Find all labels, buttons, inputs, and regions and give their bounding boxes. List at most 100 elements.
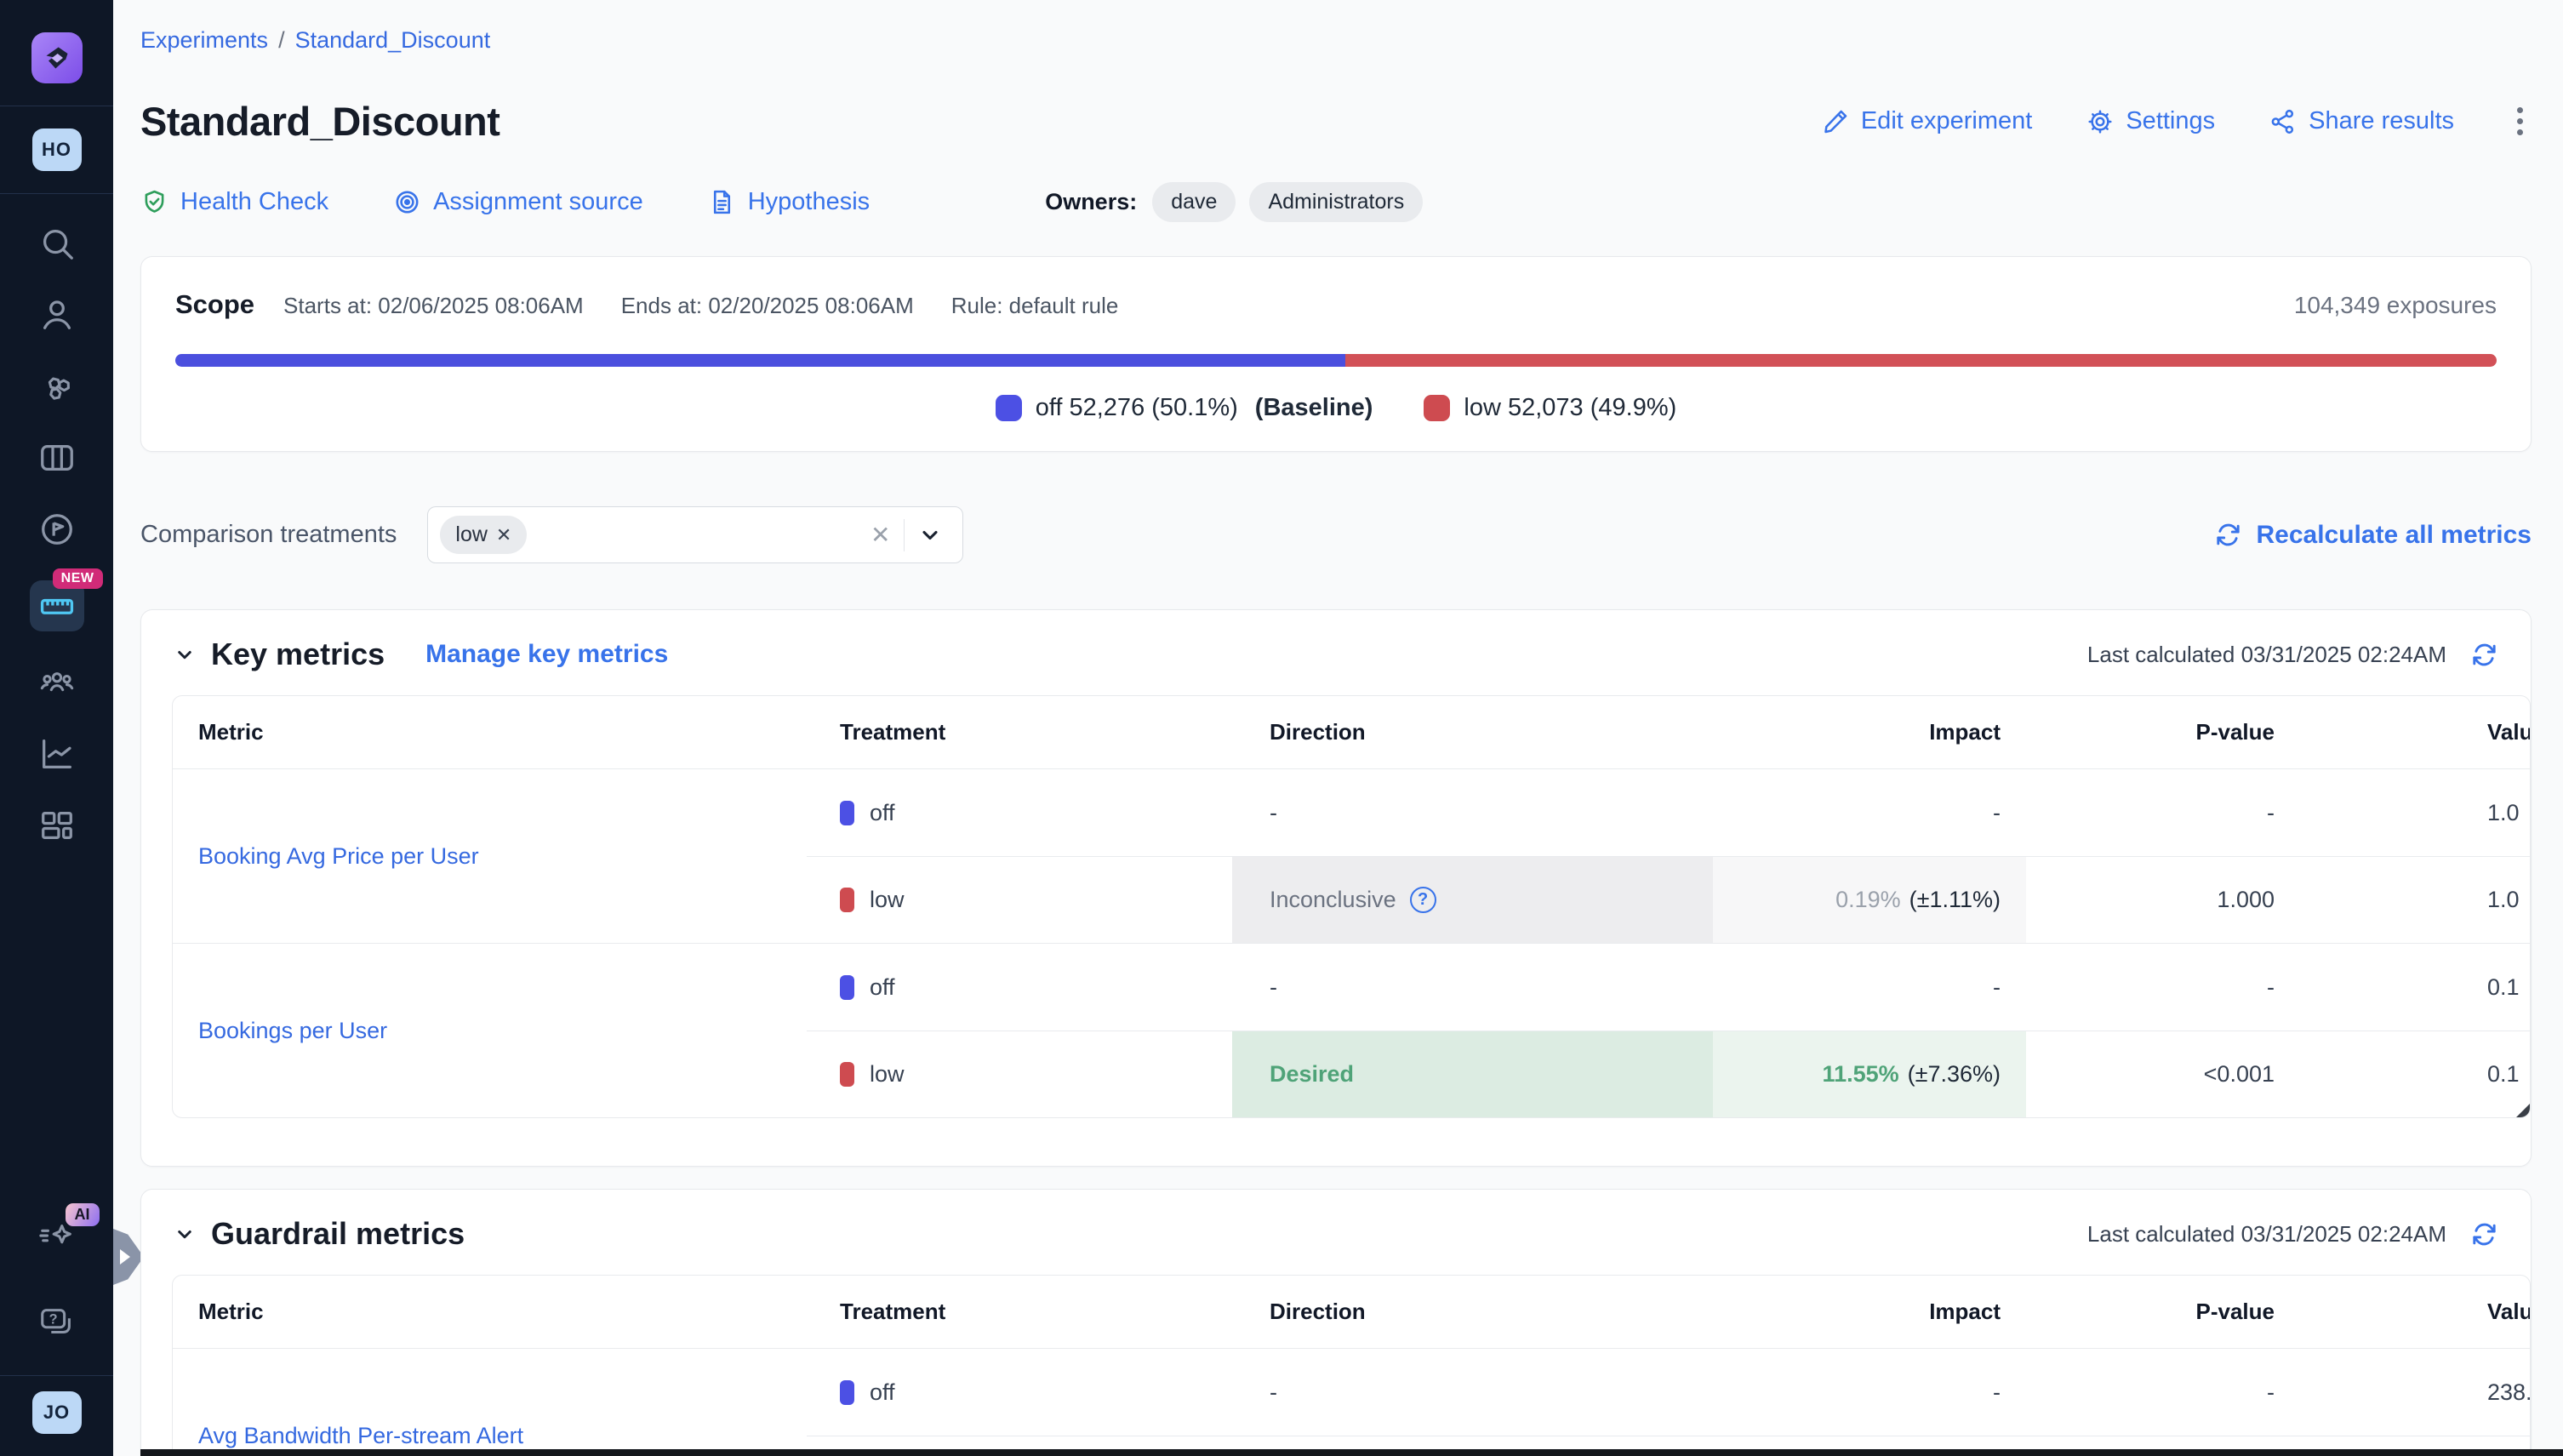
edit-experiment-button[interactable]: Edit experiment (1822, 107, 2033, 135)
more-options-button[interactable] (2509, 102, 2532, 140)
recalculate-all-button[interactable]: Recalculate all metrics (2214, 521, 2532, 550)
metric-link[interactable]: Booking Avg Price per User (198, 843, 479, 870)
key-metrics-card: Key metrics Manage key metrics Last calc… (140, 609, 2532, 1167)
direction-label: Desired (1270, 1061, 1354, 1088)
metric-cell: Avg Bandwidth Per-stream Alert (173, 1349, 807, 1456)
value-cell: 1.0 (2300, 769, 2531, 856)
key-col-direction: Direction (1232, 696, 1713, 768)
guardrail-metrics-title: Guardrail metrics (211, 1216, 465, 1252)
direction-cell: Desired (1232, 1031, 1713, 1117)
metric-row-group: Avg Bandwidth Per-stream Alertoff---238.… (173, 1349, 2531, 1456)
treatment-rows: off---238.3 (807, 1349, 2531, 1456)
dashboard-icon[interactable] (37, 805, 77, 846)
ai-assistant-icon[interactable]: AI (37, 1217, 77, 1258)
impact-cell: 0.19%(±1.11%) (1713, 857, 2026, 943)
help-chat-icon[interactable]: ? (37, 1302, 77, 1343)
comparison-row: Comparison treatments low ✕ ✕ Recalculat… (140, 506, 2532, 563)
p-value-cell: 1.000 (2026, 857, 2300, 943)
play-flag-icon[interactable] (37, 509, 77, 550)
ruler-nav-active[interactable]: NEW (30, 580, 84, 631)
people-icon[interactable] (37, 662, 77, 703)
breadcrumb: Experiments / Standard_Discount (140, 27, 2532, 54)
scope-ends: Ends at: 02/20/2025 08:06AM (621, 293, 914, 319)
treatment-name: off (870, 974, 895, 1001)
treatment-rows: off---0.1lowDesired11.55%(±7.36%)<0.0010… (807, 944, 2531, 1117)
impact-value: - (1993, 974, 2001, 1001)
p-value-cell: - (2026, 944, 2300, 1031)
owner-pill-dave[interactable]: dave (1152, 182, 1236, 222)
key-metrics-title: Key metrics (211, 637, 385, 672)
refresh-icon[interactable] (2470, 1220, 2498, 1248)
chart-icon[interactable] (37, 734, 77, 774)
statsig-logo-icon[interactable] (31, 32, 83, 83)
metric-row-group: Booking Avg Price per Useroff---1.0lowIn… (173, 769, 2531, 943)
legend-item-low: low 52,073 (49.9%) (1424, 394, 1676, 422)
sidebar: HO NEW (0, 0, 113, 1456)
hexagons-icon[interactable] (37, 366, 77, 407)
key-metrics-header: Key metrics Manage key metrics Last calc… (172, 634, 2531, 675)
value-cell: 1.0 (2300, 857, 2531, 943)
legend-baseline-tag: (Baseline) (1255, 394, 1373, 422)
search-icon[interactable] (37, 223, 77, 264)
direction-cell: Inconclusive? (1232, 857, 1713, 943)
metric-cell: Booking Avg Price per User (173, 769, 807, 943)
chevron-down-icon[interactable] (905, 523, 947, 547)
help-circle-icon[interactable]: ? (1410, 887, 1436, 913)
user-avatar[interactable]: JO (32, 1391, 82, 1434)
settings-button[interactable]: Settings (2086, 107, 2215, 135)
assignment-source-label: Assignment source (433, 188, 643, 216)
person-icon[interactable] (37, 294, 77, 335)
sidebar-bottom: AI ? JO (0, 1217, 113, 1456)
refresh-icon (2214, 521, 2242, 549)
direction-cell: - (1232, 1349, 1713, 1436)
treatment-row-off: off---1.0 (807, 769, 2531, 856)
impact-cell: - (1713, 1349, 2026, 1436)
scope-card: Scope Starts at: 02/06/2025 08:06AM Ends… (140, 256, 2532, 452)
treatment-select[interactable]: low ✕ ✕ (427, 506, 963, 563)
sidebar-divider (0, 193, 113, 194)
columns-icon[interactable] (37, 437, 77, 478)
guardrail-metrics-card: Guardrail metrics Last calculated 03/31/… (140, 1189, 2532, 1456)
share-results-button[interactable]: Share results (2269, 107, 2454, 135)
metric-link[interactable]: Avg Bandwidth Per-stream Alert (198, 1423, 523, 1449)
direction-label: - (1270, 800, 1277, 826)
breadcrumb-experiments[interactable]: Experiments (140, 27, 268, 54)
health-check-link[interactable]: Health Check (140, 188, 328, 216)
value-cell: 0.1 (2300, 944, 2531, 1031)
page-title: Standard_Discount (140, 98, 499, 145)
assignment-source-link[interactable]: Assignment source (393, 188, 643, 216)
legend-item-off: off 52,276 (50.1%) (Baseline) (996, 394, 1373, 422)
refresh-icon[interactable] (2470, 641, 2498, 669)
treatment-cell: low (807, 857, 1232, 943)
meta-row: Health Check Assignment source Hypothesi… (140, 182, 2532, 222)
direction-label: - (1270, 1379, 1277, 1406)
collapse-chevron-icon[interactable] (172, 1221, 197, 1247)
treatment-swatch-low (840, 1062, 854, 1087)
edit-experiment-label: Edit experiment (1861, 107, 2033, 135)
ai-badge: AI (66, 1203, 100, 1226)
workspace-avatar[interactable]: HO (32, 128, 82, 171)
allocation-segment-low (1345, 354, 2497, 367)
direction-cell: - (1232, 769, 1713, 856)
treatment-rows: off---1.0lowInconclusive?0.19%(±1.11%)1.… (807, 769, 2531, 943)
metric-link[interactable]: Bookings per User (198, 1018, 387, 1044)
chip-remove-icon[interactable]: ✕ (496, 524, 511, 546)
impact-confidence-interval: (±7.36%) (1908, 1061, 2001, 1088)
collapse-chevron-icon[interactable] (172, 642, 197, 667)
select-clear-icon[interactable]: ✕ (857, 521, 904, 549)
horizontal-scrollbar[interactable] (140, 1449, 2563, 1456)
treatment-row-low: lowDesired11.55%(±7.36%)<0.0010.1 (807, 1031, 2531, 1117)
hypothesis-link[interactable]: Hypothesis (708, 188, 870, 216)
key-col-treatment: Treatment (807, 696, 1232, 768)
owner-pill-administrators[interactable]: Administrators (1249, 182, 1423, 222)
hypothesis-label: Hypothesis (748, 188, 870, 216)
value-cell: 238.3 (2300, 1349, 2531, 1436)
scope-header: Scope Starts at: 02/06/2025 08:06AM Ends… (175, 289, 2497, 320)
title-row: Standard_Discount Edit experiment Settin… (140, 98, 2532, 145)
recalculate-all-label: Recalculate all metrics (2256, 521, 2532, 550)
sidebar-divider (0, 1375, 113, 1376)
impact-value: 11.55% (1823, 1061, 1899, 1088)
breadcrumb-current[interactable]: Standard_Discount (295, 27, 491, 54)
legend-swatch-off (996, 395, 1022, 421)
manage-key-metrics-link[interactable]: Manage key metrics (425, 640, 668, 669)
